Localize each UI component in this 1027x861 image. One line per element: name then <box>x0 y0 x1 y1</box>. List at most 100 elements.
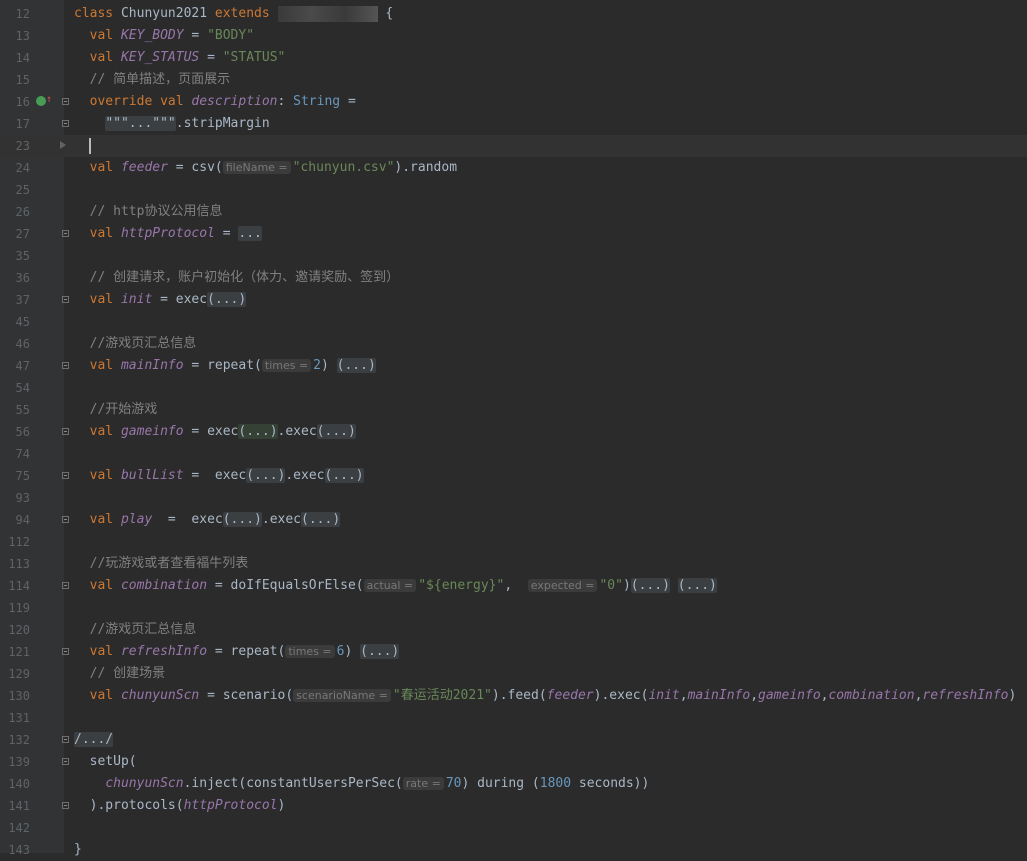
fold-toggle-icon[interactable] <box>62 582 69 589</box>
code-text[interactable]: val KEY_BODY = "BODY" <box>74 25 254 47</box>
override-marker-icon[interactable] <box>36 96 46 106</box>
fold-toggle-icon[interactable] <box>62 120 69 127</box>
folded-region[interactable]: (...) <box>207 292 247 307</box>
folded-region[interactable]: (...) <box>222 512 262 527</box>
code-line[interactable]: 141 ).protocols(httpProtocol) <box>0 795 1027 817</box>
code-token: override val <box>74 94 192 109</box>
code-line[interactable]: 46 //游戏页汇总信息 <box>0 333 1027 355</box>
code-line[interactable]: 113 //玩游戏或者查看福牛列表 <box>0 553 1027 575</box>
code-line[interactable]: 94 val play = exec(...).exec(...) <box>0 509 1027 531</box>
folded-region[interactable]: /.../ <box>74 732 114 747</box>
code-text[interactable]: val gameinfo = exec(...).exec(...) <box>74 421 356 443</box>
fold-toggle-icon[interactable] <box>62 296 69 303</box>
folded-region[interactable]: (...) <box>677 578 717 593</box>
code-text[interactable]: } <box>74 839 82 861</box>
code-token: combination <box>120 578 208 593</box>
code-text[interactable]: class Chunyun2021 extends { <box>74 3 393 25</box>
code-text[interactable]: val init = exec(...) <box>74 289 247 311</box>
code-text[interactable]: // http协议公用信息 <box>74 201 223 223</box>
code-text[interactable]: val mainInfo = repeat(times = 2) (...) <box>74 355 376 377</box>
folded-region[interactable]: """...""" <box>105 116 176 131</box>
code-line[interactable]: 56 val gameinfo = exec(...).exec(...) <box>0 421 1027 443</box>
code-text[interactable]: """...""".stripMargin <box>74 113 270 135</box>
code-line[interactable]: 132 /.../ <box>0 729 1027 751</box>
code-text[interactable]: // 创建请求，账户初始化（体力、邀请奖励、签到） <box>74 267 400 289</box>
code-editor[interactable]: 12 class Chunyun2021 extends {13 val KEY_… <box>0 0 1027 857</box>
fold-toggle-icon[interactable] <box>62 362 69 369</box>
folded-region[interactable]: (...) <box>246 468 286 483</box>
code-line[interactable]: 16 ↑ override val description: String = <box>0 91 1027 113</box>
code-line[interactable]: 23 <box>0 135 1027 157</box>
folded-region[interactable]: (...) <box>316 424 356 439</box>
code-line[interactable]: 12 class Chunyun2021 extends { <box>0 3 1027 25</box>
code-text[interactable]: val play = exec(...).exec(...) <box>74 509 341 531</box>
fold-toggle-icon[interactable] <box>62 472 69 479</box>
code-line[interactable]: 47 val mainInfo = repeat(times = 2) (...) <box>0 355 1027 377</box>
code-line[interactable]: 143} <box>0 839 1027 861</box>
folded-region[interactable]: (...) <box>336 358 376 373</box>
code-text[interactable]: //游戏页汇总信息 <box>74 619 197 641</box>
code-line[interactable]: 93 <box>0 487 1027 509</box>
code-text[interactable]: //玩游戏或者查看福牛列表 <box>74 553 249 575</box>
override-arrow-icon[interactable]: ↑ <box>46 94 52 106</box>
code-text[interactable]: override val description: String = <box>74 91 356 113</box>
fold-toggle-icon[interactable] <box>62 428 69 435</box>
fold-toggle-icon[interactable] <box>62 516 69 523</box>
folded-region[interactable]: (...) <box>630 578 670 593</box>
code-line[interactable]: 140 chunyunScn.inject(constantUsersPerSe… <box>0 773 1027 795</box>
code-text[interactable]: val combination = doIfEqualsOrElse(actua… <box>74 575 717 597</box>
code-line[interactable]: 121 val refreshInfo = repeat(times = 6) (… <box>0 641 1027 663</box>
code-line[interactable]: 131 <box>0 707 1027 729</box>
code-text[interactable]: val refreshInfo = repeat(times = 6) (...) <box>74 641 400 663</box>
code-line[interactable]: 45 <box>0 311 1027 333</box>
code-line[interactable]: 36 // 创建请求，账户初始化（体力、邀请奖励、签到） <box>0 267 1027 289</box>
code-line[interactable]: 37 val init = exec(...) <box>0 289 1027 311</box>
code-line[interactable]: 27 val httpProtocol = ... <box>0 223 1027 245</box>
code-line[interactable]: 24 val feeder = csv(fileName = "chunyun.c… <box>0 157 1027 179</box>
folded-region[interactable]: (...) <box>301 512 341 527</box>
code-line[interactable]: 15 // 简单描述，页面展示 <box>0 69 1027 91</box>
code-token: energy <box>441 578 489 593</box>
code-line[interactable]: 120 //游戏页汇总信息 <box>0 619 1027 641</box>
code-line[interactable]: 112 <box>0 531 1027 553</box>
code-text[interactable]: //开始游戏 <box>74 399 158 421</box>
code-line[interactable]: 54 <box>0 377 1027 399</box>
code-line[interactable]: 14 val KEY_STATUS = "STATUS" <box>0 47 1027 69</box>
fold-toggle-icon[interactable] <box>62 758 69 765</box>
code-line[interactable]: 139 setUp( <box>0 751 1027 773</box>
code-text[interactable]: ).protocols(httpProtocol) <box>74 795 286 817</box>
folded-region[interactable]: (...) <box>360 644 400 659</box>
fold-toggle-icon[interactable] <box>62 98 69 105</box>
code-text[interactable]: /.../ <box>74 729 114 751</box>
folded-region[interactable]: ... <box>238 226 262 241</box>
code-text[interactable]: //游戏页汇总信息 <box>74 333 197 355</box>
code-line[interactable]: 119 <box>0 597 1027 619</box>
fold-toggle-icon[interactable] <box>62 802 69 809</box>
folded-region[interactable]: (...) <box>324 468 364 483</box>
code-line[interactable]: 17 """...""".stripMargin <box>0 113 1027 135</box>
code-text[interactable]: setUp( <box>74 751 137 773</box>
code-line[interactable]: 25 <box>0 179 1027 201</box>
code-text[interactable]: val chunyunScn = scenario(scenarioName =… <box>74 685 1017 707</box>
code-text[interactable]: val bullList = exec(...).exec(...) <box>74 465 364 487</box>
code-line[interactable]: 75 val bullList = exec(...).exec(...) <box>0 465 1027 487</box>
code-text[interactable]: val feeder = csv(fileName = "chunyun.csv"… <box>74 157 457 179</box>
code-text[interactable]: // 创建场景 <box>74 663 166 685</box>
code-line[interactable]: 142 <box>0 817 1027 839</box>
code-text[interactable]: // 简单描述，页面展示 <box>74 69 231 91</box>
folded-region[interactable]: (...) <box>238 424 278 439</box>
code-text[interactable]: chunyunScn.inject(constantUsersPerSec(ra… <box>74 773 649 795</box>
code-text[interactable]: val KEY_STATUS = "STATUS" <box>74 47 286 69</box>
fold-toggle-icon[interactable] <box>62 230 69 237</box>
code-line[interactable]: 55 //开始游戏 <box>0 399 1027 421</box>
code-line[interactable]: 13 val KEY_BODY = "BODY" <box>0 25 1027 47</box>
code-line[interactable]: 74 <box>0 443 1027 465</box>
fold-toggle-icon[interactable] <box>62 648 69 655</box>
code-line[interactable]: 26 // http协议公用信息 <box>0 201 1027 223</box>
code-text[interactable]: val httpProtocol = ... <box>74 223 262 245</box>
code-line[interactable]: 130 val chunyunScn = scenario(scenarioNa… <box>0 685 1027 707</box>
code-line[interactable]: 114 val combination = doIfEqualsOrElse(a… <box>0 575 1027 597</box>
code-line[interactable]: 129 // 创建场景 <box>0 663 1027 685</box>
fold-toggle-icon[interactable] <box>62 736 69 743</box>
code-line[interactable]: 35 <box>0 245 1027 267</box>
